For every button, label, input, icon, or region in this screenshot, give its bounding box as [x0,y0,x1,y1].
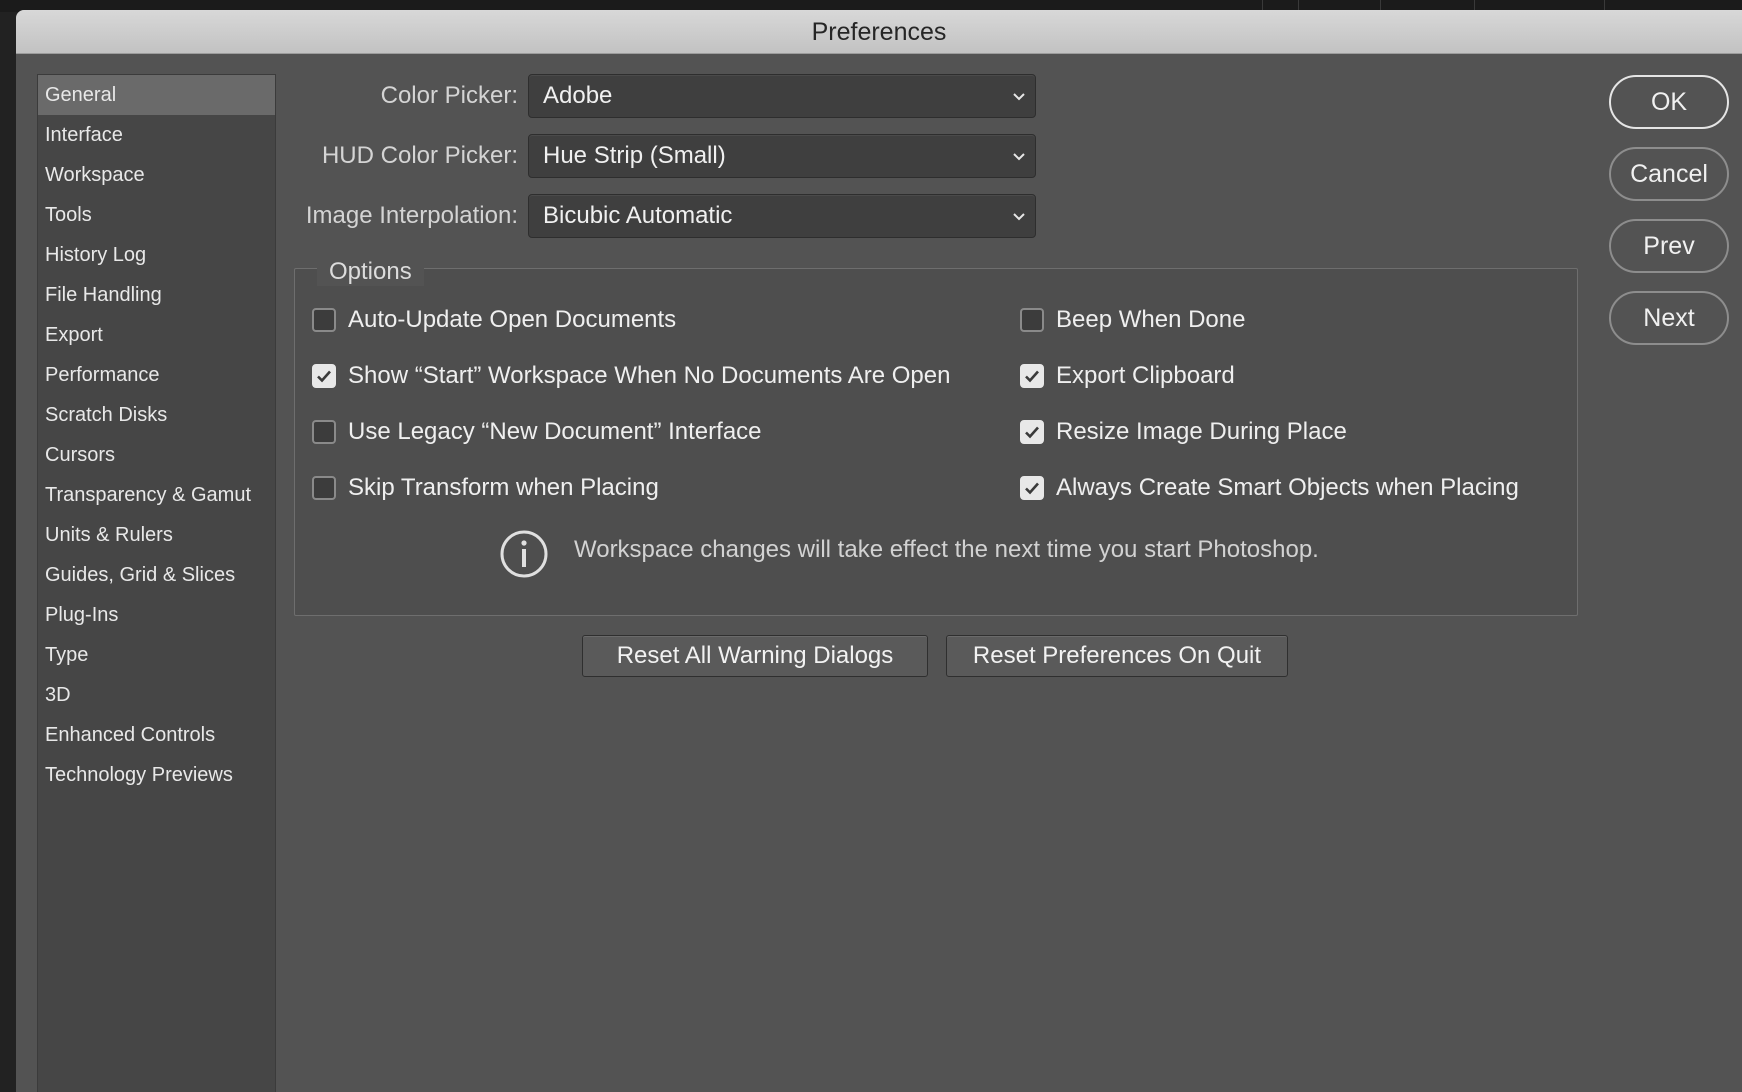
auto-update-label: Auto-Update Open Documents [348,306,677,333]
dialog-title: Preferences [16,10,1742,54]
chevron-down-icon [1013,93,1025,101]
sidebar-item-export[interactable]: Export [38,315,275,355]
image-interpolation-label: Image Interpolation: [305,202,518,229]
sidebar-item-history-log[interactable]: History Log [38,235,275,275]
next-button[interactable]: Next [1609,291,1729,345]
use-legacy-new-document-label: Use Legacy “New Document” Interface [348,418,762,445]
sidebar-item-file-handling[interactable]: File Handling [38,275,275,315]
color-picker-value: Adobe [543,82,613,109]
always-create-smart-objects-label: Always Create Smart Objects when Placing [1056,474,1519,501]
checkmark-icon [1025,370,1039,383]
chevron-down-icon [1013,213,1025,221]
always-create-smart-objects-checkbox[interactable] [1020,476,1044,500]
cancel-button[interactable]: Cancel [1609,147,1729,201]
sidebar-item-units-rulers[interactable]: Units & Rulers [38,515,275,555]
use-legacy-new-document-checkbox[interactable] [312,420,336,444]
options-legend: Options [317,258,424,286]
sidebar-item-tools[interactable]: Tools [38,195,275,235]
auto-update-checkbox[interactable] [312,308,336,332]
export-clipboard-label: Export Clipboard [1056,362,1235,389]
resize-image-during-place-checkbox[interactable] [1020,420,1044,444]
sidebar-item-cursors[interactable]: Cursors [38,435,275,475]
reset-preferences-on-quit-button[interactable]: Reset Preferences On Quit [946,635,1288,677]
sidebar-item-transparency-gamut[interactable]: Transparency & Gamut [38,475,275,515]
image-interpolation-select[interactable]: Bicubic Automatic [528,194,1036,238]
sidebar-item-plug-ins[interactable]: Plug-Ins [38,595,275,635]
sidebar-item-general[interactable]: General [38,75,275,115]
reset-all-warning-dialogs-button[interactable]: Reset All Warning Dialogs [582,635,928,677]
hud-color-picker-select[interactable]: Hue Strip (Small) [528,134,1036,178]
sidebar-item-performance[interactable]: Performance [38,355,275,395]
hud-color-picker-value: Hue Strip (Small) [543,142,726,169]
chevron-down-icon [1013,153,1025,161]
show-start-workspace-checkbox[interactable] [312,364,336,388]
skip-transform-checkbox[interactable] [312,476,336,500]
sidebar-item-workspace[interactable]: Workspace [38,155,275,195]
preferences-sidebar: General Interface Workspace Tools Histor… [37,74,276,1092]
preferences-dialog: Preferences General Interface Workspace … [16,10,1742,1092]
sidebar-item-enhanced-controls[interactable]: Enhanced Controls [38,715,275,755]
color-picker-label: Color Picker: [380,82,518,109]
sidebar-item-scratch-disks[interactable]: Scratch Disks [38,395,275,435]
checkmark-icon [1025,426,1039,439]
color-picker-select[interactable]: Adobe [528,74,1036,118]
sidebar-item-technology-previews[interactable]: Technology Previews [38,755,275,795]
sidebar-item-guides-grid-slices[interactable]: Guides, Grid & Slices [38,555,275,595]
checkmark-icon [1025,482,1039,495]
beep-when-done-label: Beep When Done [1056,306,1246,333]
sidebar-item-type[interactable]: Type [38,635,275,675]
show-start-workspace-label: Show “Start” Workspace When No Documents… [348,362,951,389]
prev-button[interactable]: Prev [1609,219,1729,273]
info-circle-icon [500,530,548,578]
info-message: Workspace changes will take effect the n… [574,536,1319,563]
resize-image-during-place-label: Resize Image During Place [1056,418,1347,445]
sidebar-item-interface[interactable]: Interface [38,115,275,155]
hud-color-picker-label: HUD Color Picker: [321,142,518,169]
export-clipboard-checkbox[interactable] [1020,364,1044,388]
skip-transform-label: Skip Transform when Placing [348,474,659,501]
ok-button[interactable]: OK [1609,75,1729,129]
sidebar-item-3d[interactable]: 3D [38,675,275,715]
beep-when-done-checkbox[interactable] [1020,308,1044,332]
image-interpolation-value: Bicubic Automatic [543,202,733,229]
checkmark-icon [317,370,331,383]
